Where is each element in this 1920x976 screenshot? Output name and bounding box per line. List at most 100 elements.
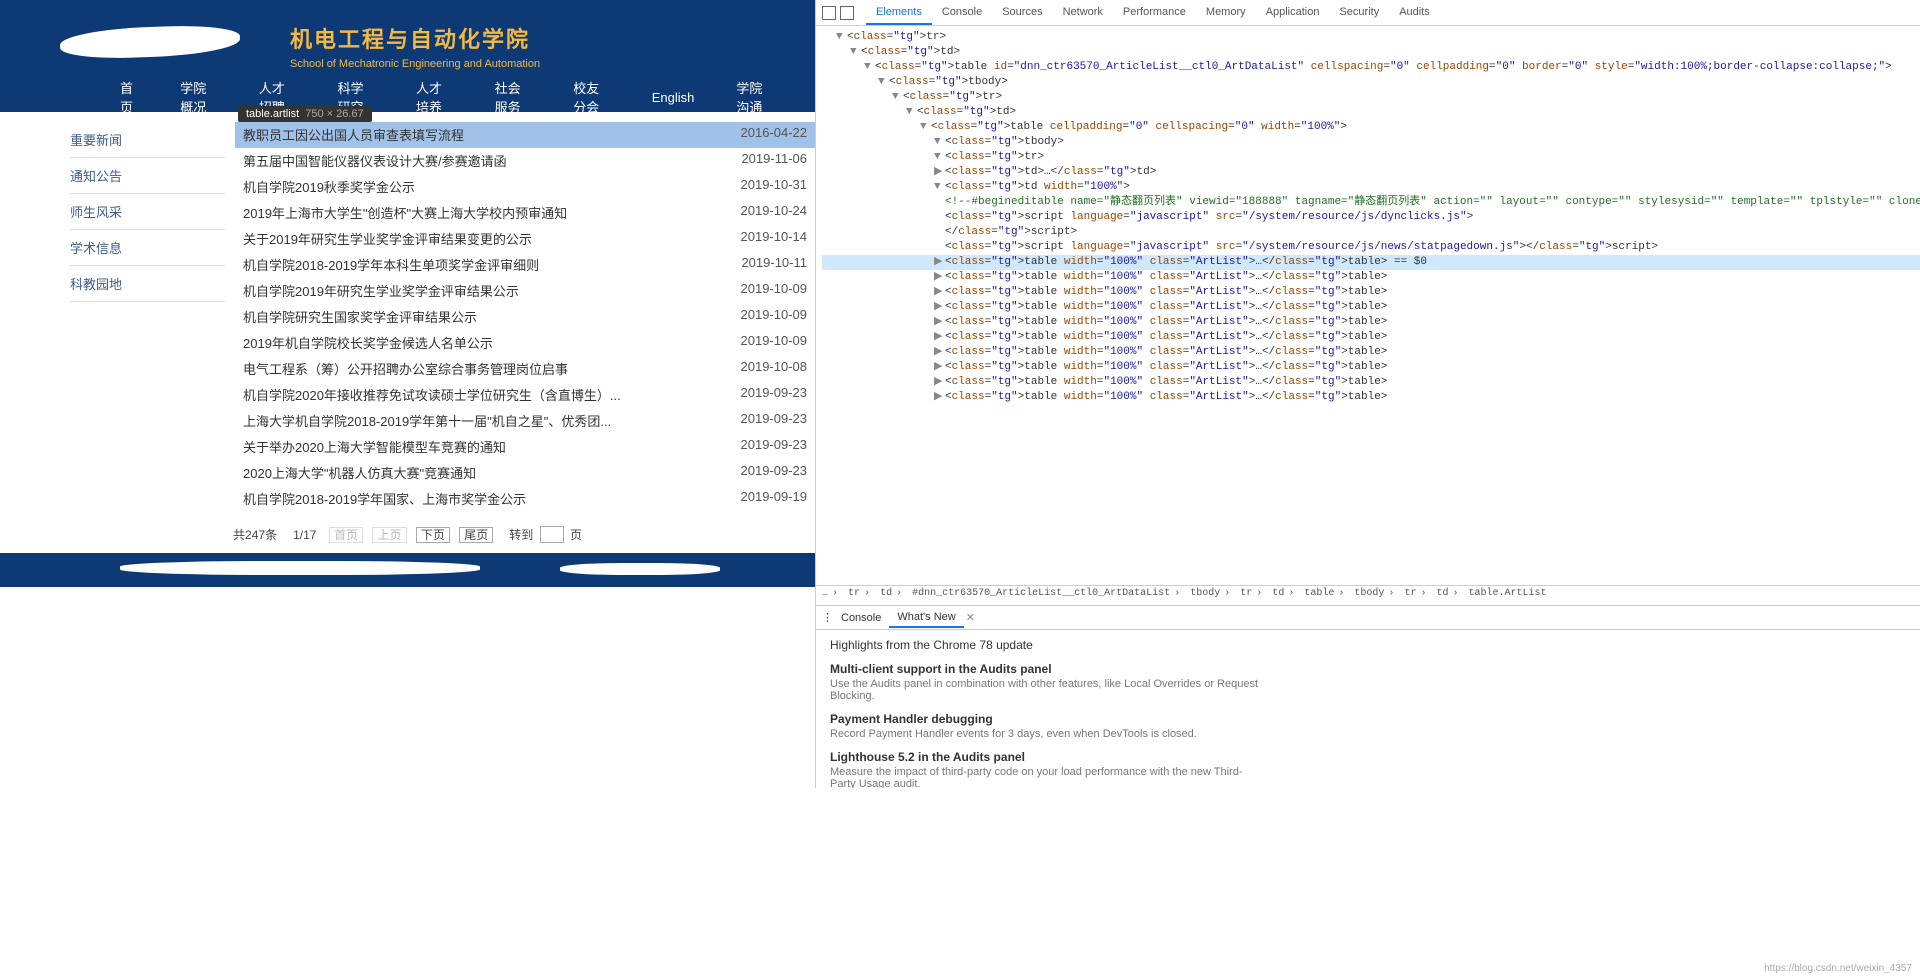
article-date: 2019-09-23 xyxy=(741,385,808,404)
nav-item[interactable]: 学院沟通 xyxy=(736,78,773,116)
pager-last[interactable]: 尾页 xyxy=(459,527,493,543)
dom-node[interactable]: <class="tg">script language="javascript"… xyxy=(822,240,1920,255)
article-title[interactable]: 机自学院2020年接收推荐免试攻读硕士学位研究生（含直博生）... xyxy=(243,385,621,404)
dom-node[interactable]: ▶<class="tg">table width="100%" class="A… xyxy=(822,255,1920,270)
devtools-tab[interactable]: Performance xyxy=(1113,1,1196,25)
crumb[interactable]: table.ArtList xyxy=(1469,588,1547,599)
dom-node[interactable]: ▶<class="tg">td>…</class="tg">td> xyxy=(822,165,1920,180)
dom-node[interactable]: ▼<class="tg">table cellpadding="0" cells… xyxy=(822,120,1920,135)
article-title[interactable]: 2019年机自学院校长奖学金候选人名单公示 xyxy=(243,333,493,352)
crumb[interactable]: tr xyxy=(848,588,860,599)
article-title[interactable]: 机自学院2018-2019学年本科生单项奖学金评审细则 xyxy=(243,255,539,274)
sidebar-item[interactable]: 通知公告 xyxy=(70,158,225,194)
inspect-icon[interactable] xyxy=(822,6,836,20)
article-row: 上海大学机自学院2018-2019学年第十一届"机自之星"、优秀团...2019… xyxy=(235,408,815,434)
article-title[interactable]: 电气工程系（筹）公开招聘办公室综合事务管理岗位启事 xyxy=(243,359,568,378)
dom-node[interactable]: ▶<class="tg">table width="100%" class="A… xyxy=(822,360,1920,375)
dom-node[interactable]: <!--#begineditable name="静态翻页列表" viewid=… xyxy=(822,195,1920,210)
crumb[interactable]: tbody xyxy=(1354,588,1384,599)
nav-item[interactable]: 社会服务 xyxy=(495,78,532,116)
devtools: ElementsConsoleSourcesNetworkPerformance… xyxy=(815,0,1920,788)
close-tab-icon[interactable]: ✕ xyxy=(966,611,975,624)
drawer-tab-whatsnew[interactable]: What's New xyxy=(889,608,963,628)
dom-node[interactable]: ▶<class="tg">table width="100%" class="A… xyxy=(822,270,1920,285)
devtools-tab[interactable]: Memory xyxy=(1196,1,1256,25)
article-title[interactable]: 机自学院2019年研究生学业奖学金评审结果公示 xyxy=(243,281,519,300)
article-title[interactable]: 机自学院2018-2019学年国家、上海市奖学金公示 xyxy=(243,489,526,508)
sidebar-item[interactable]: 科教园地 xyxy=(70,266,225,302)
devtools-tab[interactable]: Console xyxy=(932,1,992,25)
devtools-tab[interactable]: Security xyxy=(1329,1,1389,25)
dom-node[interactable]: ▶<class="tg">table width="100%" class="A… xyxy=(822,345,1920,360)
dom-node[interactable]: ▶<class="tg">table width="100%" class="A… xyxy=(822,315,1920,330)
crumb[interactable]: tr xyxy=(1404,588,1416,599)
article-date: 2019-10-09 xyxy=(741,333,808,352)
dom-node[interactable]: ▼<class="tg">td> xyxy=(822,45,1920,60)
dom-node[interactable]: ▼<class="tg">tbody> xyxy=(822,135,1920,150)
dom-node[interactable]: ▶<class="tg">table width="100%" class="A… xyxy=(822,375,1920,390)
crumb[interactable]: td xyxy=(1437,588,1449,599)
sidebar-item[interactable]: 师生风采 xyxy=(70,194,225,230)
device-icon[interactable] xyxy=(840,6,854,20)
whatsnew-title: Highlights from the Chrome 78 update xyxy=(830,638,1920,652)
crumb[interactable]: td xyxy=(880,588,892,599)
dom-node[interactable]: <class="tg">script language="javascript"… xyxy=(822,210,1920,225)
article-title[interactable]: 2019年上海市大学生"创造杯"大赛上海大学校内预审通知 xyxy=(243,203,567,222)
website-pane: 机电工程与自动化学院 School of Mechatronic Enginee… xyxy=(0,0,815,788)
nav-item[interactable]: 首页 xyxy=(120,78,138,116)
dom-node[interactable]: ▶<class="tg">table width="100%" class="A… xyxy=(822,330,1920,345)
devtools-tab[interactable]: Audits xyxy=(1389,1,1440,25)
site-header: 机电工程与自动化学院 School of Mechatronic Enginee… xyxy=(0,0,815,82)
article-title[interactable]: 第五届中国智能仪器仪表设计大赛/参赛邀请函 xyxy=(243,151,507,170)
devtools-tab[interactable]: Application xyxy=(1256,1,1330,25)
sidebar-item[interactable]: 重要新闻 xyxy=(70,122,225,158)
pager-input[interactable] xyxy=(540,526,564,543)
devtools-tab[interactable]: Elements xyxy=(866,1,932,25)
crumb[interactable]: tbody xyxy=(1190,588,1220,599)
article-date: 2019-09-23 xyxy=(741,437,808,456)
wn-heading: Multi-client support in the Audits panel xyxy=(830,662,1920,676)
dom-node[interactable]: ▼<class="tg">tr> xyxy=(822,30,1920,45)
pager-next[interactable]: 下页 xyxy=(416,527,450,543)
article-title[interactable]: 机自学院研究生国家奖学金评审结果公示 xyxy=(243,307,477,326)
drawer-tab-console[interactable]: Console xyxy=(833,609,889,627)
article-row: 机自学院2019年研究生学业奖学金评审结果公示2019-10-09 xyxy=(235,278,815,304)
dom-node[interactable]: ▼<class="tg">tbody> xyxy=(822,75,1920,90)
dom-node[interactable]: ▼<class="tg">tr> xyxy=(822,90,1920,105)
crumb[interactable]: tr xyxy=(1240,588,1252,599)
dom-node[interactable]: ▶<class="tg">table width="100%" class="A… xyxy=(822,300,1920,315)
dom-node[interactable]: </class="tg">script> xyxy=(822,225,1920,240)
article-date: 2019-10-24 xyxy=(741,203,808,222)
wn-heading: Payment Handler debugging xyxy=(830,712,1920,726)
crumb[interactable]: td xyxy=(1272,588,1284,599)
crumb[interactable]: table xyxy=(1304,588,1334,599)
nav-item[interactable]: 校友分会 xyxy=(573,78,610,116)
dom-node[interactable]: ▼<class="tg">table id="dnn_ctr63570_Arti… xyxy=(822,60,1920,75)
devtools-toolbar: ElementsConsoleSourcesNetworkPerformance… xyxy=(816,0,1920,26)
article-title[interactable]: 机自学院2019秋季奖学金公示 xyxy=(243,177,415,196)
drawer-menu-icon[interactable]: ⋮ xyxy=(822,611,833,624)
sidebar-item[interactable]: 学术信息 xyxy=(70,230,225,266)
article-title[interactable]: 关于举办2020上海大学智能模型车竞赛的通知 xyxy=(243,437,506,456)
dom-node[interactable]: ▶<class="tg">table width="100%" class="A… xyxy=(822,390,1920,405)
article-date: 2019-11-06 xyxy=(741,151,807,170)
devtools-tab[interactable]: Network xyxy=(1053,1,1113,25)
dom-node[interactable]: ▼<class="tg">td> xyxy=(822,105,1920,120)
dom-node[interactable]: ▼<class="tg">tr> xyxy=(822,150,1920,165)
article-title[interactable]: 上海大学机自学院2018-2019学年第十一届"机自之星"、优秀团... xyxy=(243,411,611,430)
devtools-tab[interactable]: Sources xyxy=(992,1,1052,25)
article-title[interactable]: 2020上海大学"机器人仿真大赛"竞赛通知 xyxy=(243,463,476,482)
article-title[interactable]: 教职员工因公出国人员审查表填写流程 xyxy=(243,125,464,144)
article-title[interactable]: 关于2019年研究生学业奖学金评审结果变更的公示 xyxy=(243,229,532,248)
nav-item[interactable]: 学院概况 xyxy=(180,78,217,116)
breadcrumb[interactable]: …› tr› td› #dnn_ctr63570_ArticleList__ct… xyxy=(816,585,1920,605)
article-row: 2019年上海市大学生"创造杯"大赛上海大学校内预审通知 2019-10-24 xyxy=(235,200,815,226)
dom-node[interactable]: ▼<class="tg">td width="100%"> xyxy=(822,180,1920,195)
dom-tree[interactable]: ▼<class="tg">tr>▼<class="tg">td>▼<class=… xyxy=(816,26,1920,585)
crumb[interactable]: … xyxy=(822,588,828,599)
nav-item[interactable]: 人才培养 xyxy=(416,78,453,116)
article-row: 教职员工因公出国人员审查表填写流程2016-04-22 xyxy=(235,122,815,148)
nav-item[interactable]: English xyxy=(652,90,695,105)
dom-node[interactable]: ▶<class="tg">table width="100%" class="A… xyxy=(822,285,1920,300)
crumb[interactable]: #dnn_ctr63570_ArticleList__ctl0_ArtDataL… xyxy=(912,588,1170,599)
